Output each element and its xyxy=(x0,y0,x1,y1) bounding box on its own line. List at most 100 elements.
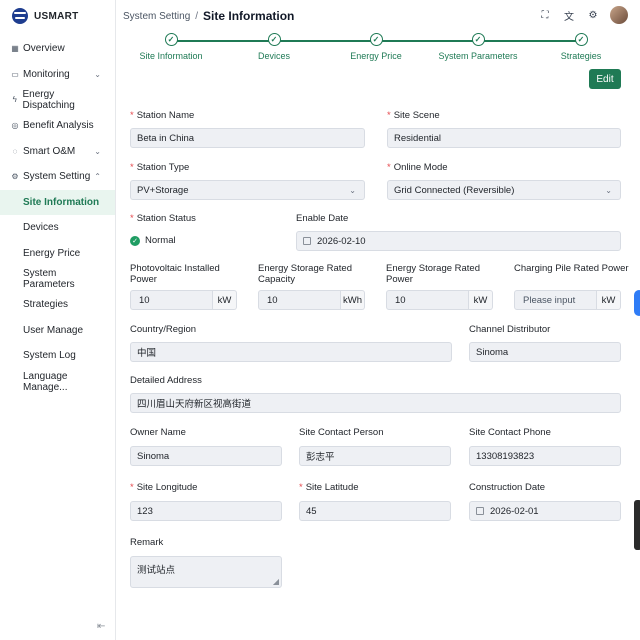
sidebar-item-system-parameters[interactable]: System Parameters xyxy=(0,266,115,292)
check-icon: ✓ xyxy=(574,33,588,46)
check-icon: ✓ xyxy=(164,33,178,46)
address-label: Detailed Address xyxy=(130,375,202,386)
brand-name: USMART xyxy=(34,10,79,22)
chevron-down-icon: ⌄ xyxy=(349,185,356,195)
pv-power-field[interactable]: 10 kW xyxy=(130,290,237,310)
chevron-down-icon: ⌄ xyxy=(94,69,101,79)
check-icon: ✓ xyxy=(471,33,485,46)
sidebar-item-label: Devices xyxy=(23,222,59,234)
grid-icon: ▦ xyxy=(11,44,19,54)
calendar-icon xyxy=(476,507,484,515)
sidebar-item-energy-dispatching[interactable]: ϟ Energy Dispatching xyxy=(0,87,115,113)
header-tools: ⛶ 文 ⚙ xyxy=(528,6,628,24)
sidebar-item-devices[interactable]: Devices xyxy=(0,215,115,241)
fullscreen-icon[interactable]: ⛶ xyxy=(538,8,552,22)
station-type-select[interactable]: PV+Storage ⌄ xyxy=(130,180,365,200)
calendar-icon xyxy=(303,237,311,245)
translate-icon[interactable]: 文 xyxy=(562,8,576,23)
sidebar-item-user-manage[interactable]: User Manage xyxy=(0,318,115,344)
contact-person-field[interactable]: 彭志平 xyxy=(299,446,451,466)
step-label: Devices xyxy=(257,51,290,61)
sidebar-item-site-information[interactable]: Site Information xyxy=(0,189,115,216)
resize-handle-icon[interactable]: ◢ xyxy=(273,577,279,586)
sidebar-item-label: Site Information xyxy=(23,196,100,208)
edit-button[interactable]: Edit xyxy=(589,69,621,89)
remark-textarea[interactable]: 测试站点 ◢ xyxy=(130,556,282,588)
sidebar-item-label: Smart O&M xyxy=(23,145,76,157)
longitude-label: * Site Longitude xyxy=(130,482,198,493)
collapse-sidebar-icon[interactable]: ⇤ xyxy=(97,621,105,632)
longitude-field[interactable]: 123 xyxy=(130,501,282,521)
owner-field[interactable]: Sinoma xyxy=(130,446,282,466)
owner-label: Owner Name xyxy=(130,427,186,438)
address-field[interactable]: 四川眉山天府新区视高街道 xyxy=(130,393,621,413)
sidebar-item-label: Monitoring xyxy=(23,68,70,80)
breadcrumb-parent[interactable]: System Setting xyxy=(123,11,190,22)
sidebar-item-label: System Parameters xyxy=(23,268,75,291)
step-strategies[interactable]: ✓ Strategies xyxy=(531,33,631,61)
bolt-icon: ϟ xyxy=(12,95,17,105)
construction-date-label: Construction Date xyxy=(469,482,546,493)
contact-phone-field[interactable]: 13308193823 xyxy=(469,446,621,466)
sidebar-item-system-log[interactable]: System Log xyxy=(0,343,115,369)
construction-date-picker[interactable]: 2026-02-01 xyxy=(469,501,621,521)
sidebar-item-energy-price[interactable]: Energy Price xyxy=(0,241,115,267)
step-site-information[interactable]: ✓ Site Information xyxy=(121,33,221,61)
sidebar-item-strategies[interactable]: Strategies xyxy=(0,292,115,318)
channel-field[interactable]: Sinoma xyxy=(469,342,621,362)
contact-phone-label: Site Contact Phone xyxy=(469,427,551,438)
sidebar: USMART ▦ Overview ▭ Monitoring ⌄ ϟ Energ… xyxy=(0,0,116,640)
storage-power-label: Energy Storage Rated Power xyxy=(386,263,481,285)
station-name-field[interactable]: Beta in China xyxy=(130,128,365,148)
step-devices[interactable]: ✓ Devices xyxy=(224,33,324,61)
floating-side-handle[interactable] xyxy=(634,500,640,550)
storage-power-field[interactable]: 10 kW xyxy=(386,290,493,310)
online-mode-label: * Online Mode xyxy=(387,162,448,173)
remark-label: Remark xyxy=(130,537,164,548)
step-system-parameters[interactable]: ✓ System Parameters xyxy=(428,33,528,61)
sidebar-item-label: System Log xyxy=(23,350,76,362)
enable-date-label: Enable Date xyxy=(296,213,349,224)
sidebar-item-overview[interactable]: ▦ Overview xyxy=(0,36,115,62)
sidebar-item-label: Energy Price xyxy=(23,248,81,260)
sidebar-item-language-manage[interactable]: Language Manage... xyxy=(0,369,115,395)
storage-capacity-field[interactable]: 10 kWh xyxy=(258,290,365,310)
sidebar-item-label: Language Manage... xyxy=(23,370,68,393)
step-energy-price[interactable]: ✓ Energy Price xyxy=(326,33,426,61)
check-circle-icon: ✓ xyxy=(130,235,140,246)
charging-pile-label: Charging Pile Rated Power xyxy=(514,263,629,274)
chevron-down-icon: ⌄ xyxy=(94,146,101,156)
brand-logo[interactable]: USMART xyxy=(0,0,115,32)
online-mode-select[interactable]: Grid Connected (Reversible) ⌄ xyxy=(387,180,621,200)
avatar[interactable] xyxy=(610,6,628,24)
sidebar-item-label: Overview xyxy=(23,43,65,55)
sidebar-item-benefit-analysis[interactable]: ◎ Benefit Analysis xyxy=(0,113,115,139)
step-label: Energy Price xyxy=(350,51,402,61)
station-type-label: * Station Type xyxy=(130,162,190,173)
site-scene-label: * Site Scene xyxy=(387,110,440,121)
site-scene-field[interactable]: Residential xyxy=(387,128,621,148)
charging-pile-field[interactable]: Please input kW xyxy=(514,290,621,310)
channel-label: Channel Distributor xyxy=(469,324,551,335)
page-title: Site Information xyxy=(203,9,295,23)
station-status-label: * Station Status xyxy=(130,213,196,224)
chevron-down-icon: ⌄ xyxy=(605,185,612,195)
sidebar-item-label: User Manage xyxy=(23,324,84,336)
latitude-field[interactable]: 45 xyxy=(299,501,451,521)
gear-icon: ⚙ xyxy=(11,172,19,182)
logo-icon xyxy=(12,8,28,24)
country-field[interactable]: 中国 xyxy=(130,342,452,362)
station-name-label: * Station Name xyxy=(130,110,195,121)
sidebar-item-monitoring[interactable]: ▭ Monitoring ⌄ xyxy=(0,62,115,88)
latitude-label: * Site Latitude xyxy=(299,482,359,493)
check-icon: ✓ xyxy=(369,33,383,46)
enable-date-picker[interactable]: 2026-02-10 xyxy=(296,231,621,251)
step-progress: ✓ Site Information ✓ Devices ✓ Energy Pr… xyxy=(117,32,640,70)
sidebar-item-smart-om[interactable]: ◌ Smart O&M ⌄ xyxy=(0,138,115,164)
step-label: Site Information xyxy=(139,51,203,61)
sidebar-item-system-setting[interactable]: ⚙ System Setting ⌃ xyxy=(0,164,115,190)
sidebar-item-label: System Setting xyxy=(23,171,91,183)
floating-side-tab[interactable] xyxy=(634,290,640,316)
check-icon: ✓ xyxy=(267,33,281,46)
settings-icon[interactable]: ⚙ xyxy=(586,8,600,22)
